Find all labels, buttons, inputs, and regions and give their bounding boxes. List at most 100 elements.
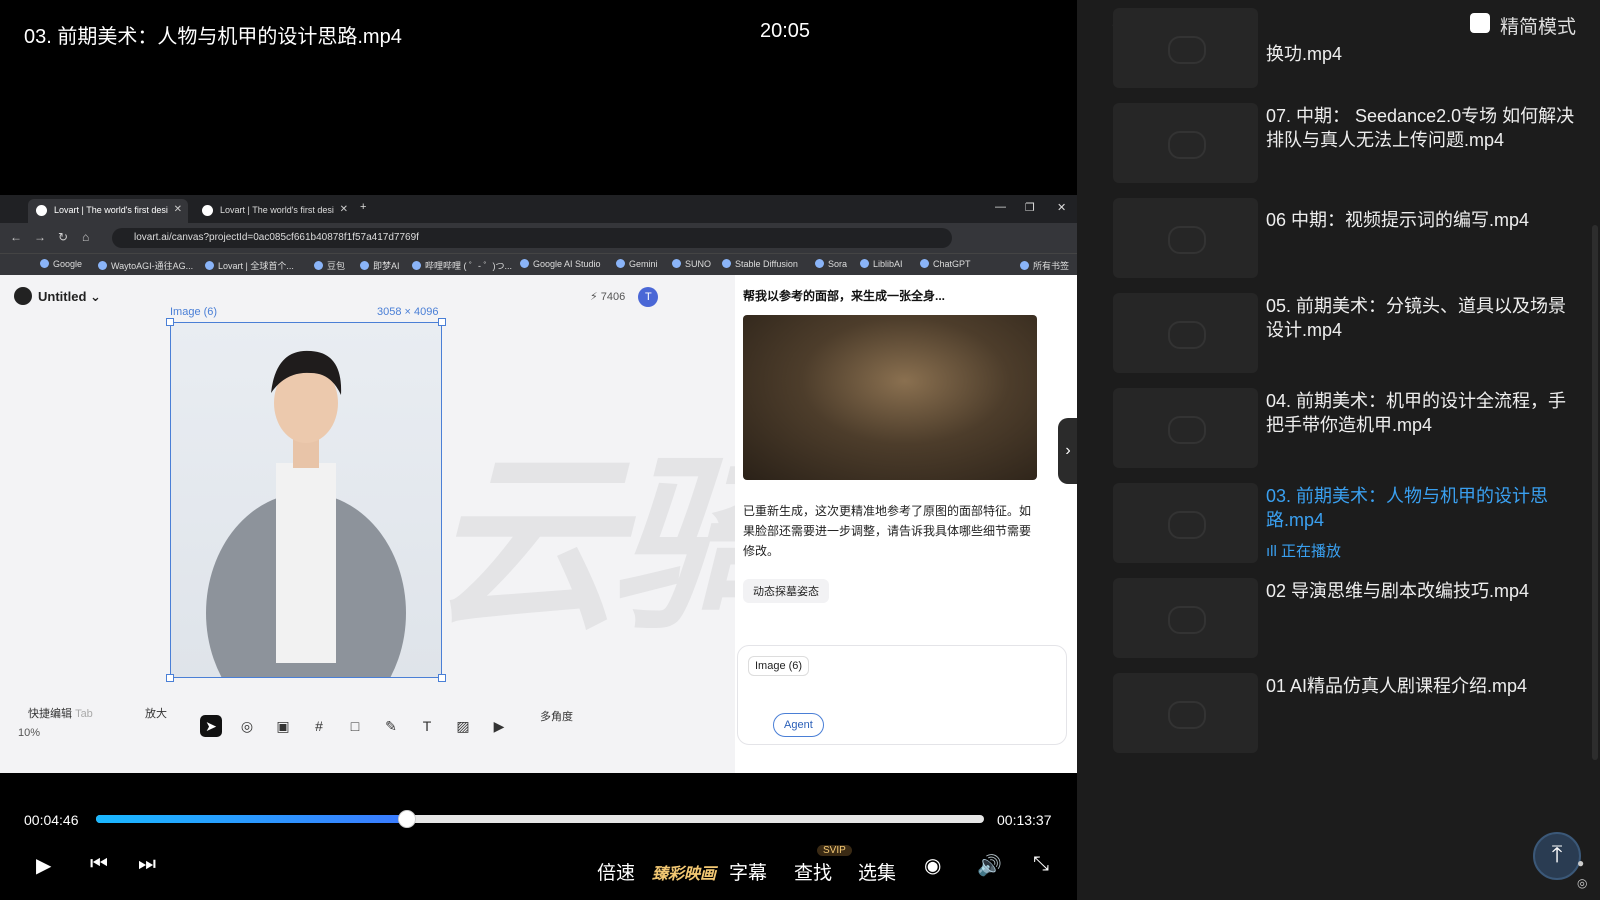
- upload-image-icon: ▣: [276, 718, 290, 734]
- credits-value: 7406: [600, 291, 626, 303]
- equalizer-icon: ıll: [1266, 543, 1277, 560]
- enlarge: 放大: [145, 708, 167, 720]
- svip-badge: SVIP: [817, 845, 852, 856]
- bookmark: Stable Diffusion: [722, 259, 798, 269]
- maximize-icon: ❐: [1025, 202, 1035, 214]
- bookmark: 即梦AI: [360, 259, 400, 272]
- project-name-label: Untitled: [38, 289, 87, 304]
- image-label: Image (6): [170, 306, 218, 318]
- chat-panel: 帮我以参考的面部，来生成一张全身... 已重新生成，这次更精准地参考了原图的面部…: [735, 275, 1077, 773]
- watermark: 云骑AI: [430, 439, 735, 651]
- hdr-button[interactable]: 臻彩映画: [652, 860, 716, 884]
- episode-label: 06 中期：视频提示词的编写.mp4: [1266, 210, 1530, 230]
- bookmark: LiblibAI: [860, 259, 903, 269]
- chat-title: 帮我以参考的面部，来生成一张全身...: [743, 289, 946, 303]
- exit-fullscreen-icon[interactable]: ⤡: [1033, 853, 1049, 876]
- bookmark: Google: [40, 259, 82, 269]
- mic-icon: ●: [1577, 856, 1585, 870]
- lovart-icon: [36, 205, 47, 216]
- episode-thumbnail: [1113, 293, 1258, 373]
- episode-item[interactable]: 01 AI精品仿真人剧课程介绍.mp4: [1113, 673, 1583, 757]
- episode-label: 03. 前期美术：人物与机甲的设计思路.mp4: [1266, 486, 1549, 530]
- browser-tab-1: Lovart | The world's first desi ✕: [28, 199, 188, 223]
- video-generate-icon: ▶: [493, 718, 505, 734]
- episode-item[interactable]: 05. 前期美术：分镜头、道具以及场景设计.mp4: [1113, 293, 1583, 377]
- agent-button: Agent: [773, 713, 824, 737]
- resize-handle: [166, 674, 174, 682]
- quick-edit: 快捷编辑 Tab: [28, 705, 93, 721]
- next-icon[interactable]: ⏭: [138, 853, 156, 876]
- episode-item[interactable]: 04. 前期美术：机甲的设计全流程，手把手带你造机甲.mp4: [1113, 388, 1583, 472]
- subtitle-button[interactable]: 字幕: [729, 858, 767, 885]
- bookmark: Sora: [815, 259, 847, 269]
- episode-item-current[interactable]: 03. 前期美术：人物与机甲的设计思路.mp4 ıll 正在播放: [1113, 483, 1583, 567]
- settings-icon[interactable]: ◉: [924, 853, 941, 878]
- episode-item[interactable]: 06 中期：视频提示词的编写.mp4: [1113, 198, 1583, 282]
- image-generate-icon: ▨: [456, 718, 470, 734]
- resize-handle: [438, 318, 446, 326]
- resize-handle: [438, 674, 446, 682]
- assist-icon: ◎: [1577, 876, 1588, 890]
- avatar: T: [638, 287, 659, 307]
- new-tab-icon: +: [360, 201, 367, 213]
- sidebar-scrollbar[interactable]: [1592, 225, 1598, 760]
- now-playing-label: 正在播放: [1281, 543, 1342, 560]
- speed-button[interactable]: 倍速: [597, 858, 635, 885]
- episode-item[interactable]: 07. 中期： Seedance2.0专场 如何解决排队与真人无法上传问题.mp…: [1113, 103, 1583, 187]
- episode-label: 01 AI精品仿真人剧课程介绍.mp4: [1266, 676, 1528, 696]
- back-icon: ←: [10, 230, 22, 244]
- select-tool-icon: ➤: [200, 715, 222, 737]
- volume-icon[interactable]: 🔊: [977, 853, 1002, 878]
- zoom-level: 10%: [18, 727, 41, 739]
- url-field: lovart.ai/canvas?projectId=0ac085cf661b4…: [112, 228, 952, 248]
- now-playing-indicator: ıll 正在播放: [1266, 540, 1341, 561]
- selected-image: [166, 318, 446, 733]
- episode-thumbnail: [1113, 198, 1258, 278]
- frame-tool-icon: #: [315, 718, 323, 734]
- progress-bar[interactable]: [96, 810, 984, 828]
- episode-label: 07. 中期： Seedance2.0专场 如何解决排队与真人无法上传问题.mp…: [1266, 106, 1575, 150]
- total-time: 00:13:37: [997, 812, 1052, 828]
- progress-fill: [96, 815, 407, 823]
- episode-thumbnail: [1113, 578, 1258, 658]
- bookmark: ChatGPT: [920, 259, 971, 269]
- progress-knob[interactable]: [397, 810, 416, 828]
- search-button[interactable]: 查找: [794, 858, 832, 885]
- bookmark: WaytoAGI-通往AG...: [98, 259, 193, 272]
- bookmark: 哔哩哔哩 ( ゜- ゜)つ...: [412, 259, 512, 272]
- mark-tool-icon: ◎: [240, 718, 254, 734]
- current-time: 00:04:46: [24, 812, 79, 828]
- minimize-icon: —: [995, 201, 1006, 213]
- episode-label: 02 导演思维与剧本改编技巧.mp4: [1266, 581, 1530, 601]
- close-icon: ✕: [173, 204, 182, 215]
- episodes-button[interactable]: 选集: [858, 858, 896, 885]
- episode-label: 换功.mp4: [1266, 44, 1343, 64]
- previous-icon[interactable]: ⏮: [90, 853, 108, 876]
- episode-item[interactable]: 02 导演思维与剧本改编技巧.mp4: [1113, 578, 1583, 662]
- video-player[interactable]: 03. 前期美术：人物与机甲的设计思路.mp4 20:05 Lovart | T…: [0, 0, 1078, 900]
- video-frame: Lovart | The world's first desi ✕ Lovart…: [0, 195, 1077, 773]
- close-icon: ✕: [339, 204, 348, 215]
- resize-handle: [166, 318, 174, 326]
- tab-label: Lovart | The world's first desi: [54, 205, 168, 215]
- bookmark: Google AI Studio: [520, 259, 601, 269]
- shape-tool-icon: □: [350, 718, 360, 734]
- bookmark: Lovart | 全球首个...: [205, 259, 294, 272]
- bookmark: 所有书签: [1020, 259, 1069, 272]
- collapse-sidebar-button[interactable]: ›: [1058, 418, 1078, 484]
- browser-tabstrip: Lovart | The world's first desi ✕ Lovart…: [0, 195, 1077, 223]
- portrait-image: [206, 350, 406, 733]
- play-icon[interactable]: ▶: [36, 853, 51, 878]
- reload-icon: ↻: [58, 230, 69, 244]
- lovart-logo: [14, 287, 32, 305]
- credits: ⚡ 7406 T: [590, 287, 659, 307]
- back-to-top-button[interactable]: ⤒: [1533, 832, 1581, 880]
- generated-image: [743, 315, 1037, 480]
- episode-thumbnail: [1113, 388, 1258, 468]
- episode-sidebar: ‹ 选集 精简模式 换功.mp4 07. 中期： Seedance2.0专场 如…: [1077, 0, 1600, 900]
- episode-thumbnail: [1113, 103, 1258, 183]
- tab-label: Lovart | The world's first desi: [220, 205, 334, 215]
- episode-item[interactable]: 换功.mp4: [1113, 8, 1583, 92]
- bookmark: Gemini: [616, 259, 658, 269]
- quick-edit-label: 快捷编辑: [28, 708, 72, 720]
